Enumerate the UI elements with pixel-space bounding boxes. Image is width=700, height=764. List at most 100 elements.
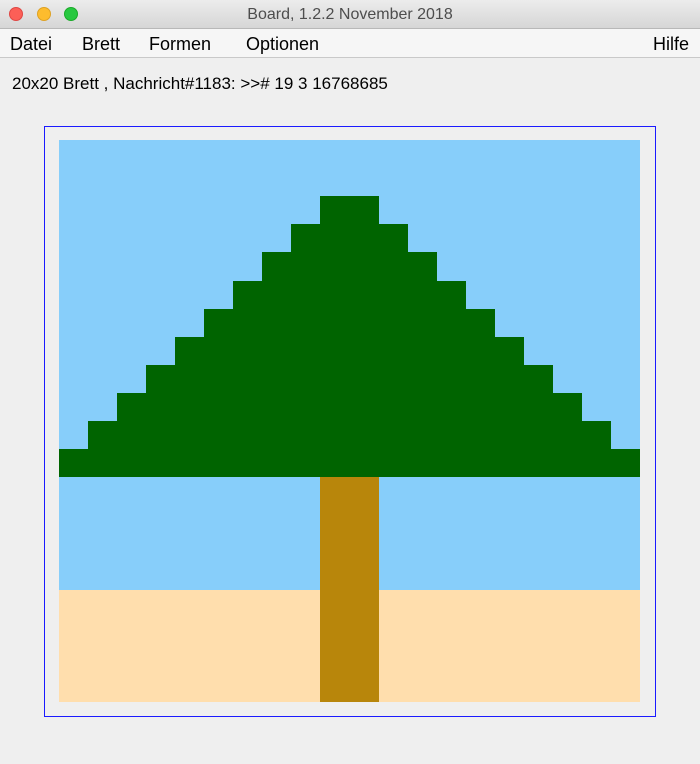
board-cell-foliage[interactable] bbox=[379, 421, 408, 449]
board-cell-sky[interactable] bbox=[175, 477, 204, 505]
board-cell-sky[interactable] bbox=[320, 168, 350, 196]
board-cell-foliage[interactable] bbox=[466, 309, 495, 337]
board-cell-sky[interactable] bbox=[117, 365, 146, 393]
board-cell-trunk[interactable] bbox=[320, 674, 350, 702]
board-cell-sky[interactable] bbox=[524, 140, 553, 168]
board-cell-foliage[interactable] bbox=[291, 449, 320, 477]
board-cell-sand[interactable] bbox=[437, 618, 466, 646]
board-cell-foliage[interactable] bbox=[204, 309, 233, 337]
board-cell-sky[interactable] bbox=[88, 309, 117, 337]
board-cell-sky[interactable] bbox=[291, 477, 320, 505]
board-cell-sky[interactable] bbox=[117, 562, 146, 590]
board-cell-sky[interactable] bbox=[437, 168, 466, 196]
board-cell-foliage[interactable] bbox=[379, 449, 408, 477]
board-cell-foliage[interactable] bbox=[175, 421, 204, 449]
board-cell-sky[interactable] bbox=[466, 533, 495, 562]
board-cell-foliage[interactable] bbox=[379, 393, 408, 421]
board-cell-sky[interactable] bbox=[553, 281, 582, 309]
board-cell-foliage[interactable] bbox=[117, 393, 146, 421]
board-cell-sky[interactable] bbox=[408, 140, 437, 168]
board-cell-sand[interactable] bbox=[553, 674, 582, 702]
board-cell-sky[interactable] bbox=[262, 477, 291, 505]
board-cell-sand[interactable] bbox=[379, 618, 408, 646]
board-cell-foliage[interactable] bbox=[320, 309, 350, 337]
menu-brett[interactable]: Brett bbox=[82, 34, 120, 55]
board-cell-sky[interactable] bbox=[233, 252, 262, 281]
board-cell-sky[interactable] bbox=[262, 168, 291, 196]
board-cell-sky[interactable] bbox=[88, 337, 117, 365]
board-cell-sky[interactable] bbox=[611, 421, 640, 449]
board-cell-sand[interactable] bbox=[175, 590, 204, 618]
board-cell-trunk[interactable] bbox=[350, 590, 379, 618]
board-cell-foliage[interactable] bbox=[291, 393, 320, 421]
board-cell-foliage[interactable] bbox=[291, 224, 320, 252]
board-cell-foliage[interactable] bbox=[408, 337, 437, 365]
board-cell-foliage[interactable] bbox=[175, 365, 204, 393]
board-cell-foliage[interactable] bbox=[350, 365, 379, 393]
board-cell-sky[interactable] bbox=[611, 224, 640, 252]
board-cell-sky[interactable] bbox=[88, 477, 117, 505]
board-cell-sky[interactable] bbox=[379, 477, 408, 505]
board-cell-sand[interactable] bbox=[466, 646, 495, 674]
board-cell-foliage[interactable] bbox=[524, 449, 553, 477]
board-cell-sky[interactable] bbox=[175, 562, 204, 590]
board-cell-sky[interactable] bbox=[117, 281, 146, 309]
board-cell-foliage[interactable] bbox=[320, 224, 350, 252]
board-cell-sky[interactable] bbox=[146, 337, 175, 365]
board-cell-sand[interactable] bbox=[553, 618, 582, 646]
board-cell-sand[interactable] bbox=[88, 646, 117, 674]
board-cell-sky[interactable] bbox=[437, 196, 466, 224]
board-cell-sand[interactable] bbox=[553, 590, 582, 618]
board-cell-sky[interactable] bbox=[59, 224, 88, 252]
board-cell-sand[interactable] bbox=[408, 674, 437, 702]
board-cell-sky[interactable] bbox=[88, 393, 117, 421]
board-cell-sky[interactable] bbox=[117, 337, 146, 365]
board-cell-sand[interactable] bbox=[611, 618, 640, 646]
board-cell-sky[interactable] bbox=[291, 533, 320, 562]
board-cell-sky[interactable] bbox=[553, 337, 582, 365]
board-cell-sky[interactable] bbox=[233, 140, 262, 168]
board-cell-sand[interactable] bbox=[291, 590, 320, 618]
board-cell-sand[interactable] bbox=[88, 590, 117, 618]
board-cell-sky[interactable] bbox=[553, 196, 582, 224]
board-cell-sand[interactable] bbox=[611, 590, 640, 618]
board-cell-sand[interactable] bbox=[233, 646, 262, 674]
board-cell-sand[interactable] bbox=[146, 646, 175, 674]
board-cell-sky[interactable] bbox=[553, 252, 582, 281]
board-cell-foliage[interactable] bbox=[437, 309, 466, 337]
board-cell-foliage[interactable] bbox=[350, 196, 379, 224]
board-cell-sky[interactable] bbox=[408, 196, 437, 224]
board-cell-sky[interactable] bbox=[524, 224, 553, 252]
board-cell-sky[interactable] bbox=[291, 140, 320, 168]
board-grid[interactable] bbox=[59, 140, 640, 702]
board-cell-sky[interactable] bbox=[553, 365, 582, 393]
board-cell-sky[interactable] bbox=[611, 562, 640, 590]
board-cell-sky[interactable] bbox=[175, 140, 204, 168]
board-cell-sand[interactable] bbox=[59, 646, 88, 674]
board-cell-foliage[interactable] bbox=[59, 449, 88, 477]
board-cell-sky[interactable] bbox=[88, 224, 117, 252]
board-cell-sky[interactable] bbox=[262, 140, 291, 168]
board-cell-foliage[interactable] bbox=[146, 393, 175, 421]
board-cell-sand[interactable] bbox=[233, 618, 262, 646]
board-cell-sand[interactable] bbox=[291, 646, 320, 674]
board-cell-sand[interactable] bbox=[175, 674, 204, 702]
board-cell-sand[interactable] bbox=[59, 674, 88, 702]
board-cell-foliage[interactable] bbox=[175, 449, 204, 477]
board-cell-sky[interactable] bbox=[408, 505, 437, 533]
board-cell-sky[interactable] bbox=[233, 533, 262, 562]
board-cell-sky[interactable] bbox=[524, 309, 553, 337]
board-cell-sky[interactable] bbox=[146, 224, 175, 252]
board-cell-sky[interactable] bbox=[146, 477, 175, 505]
board-cell-foliage[interactable] bbox=[437, 449, 466, 477]
board-cell-foliage[interactable] bbox=[320, 337, 350, 365]
board-cell-foliage[interactable] bbox=[320, 421, 350, 449]
board-cell-foliage[interactable] bbox=[262, 252, 291, 281]
board-cell-sky[interactable] bbox=[466, 168, 495, 196]
board-cell-trunk[interactable] bbox=[320, 618, 350, 646]
board-cell-foliage[interactable] bbox=[611, 449, 640, 477]
board-cell-sky[interactable] bbox=[582, 309, 611, 337]
board-cell-foliage[interactable] bbox=[495, 365, 524, 393]
board-cell-foliage[interactable] bbox=[320, 281, 350, 309]
title-bar[interactable]: Board, 1.2.2 November 2018 bbox=[0, 0, 700, 29]
